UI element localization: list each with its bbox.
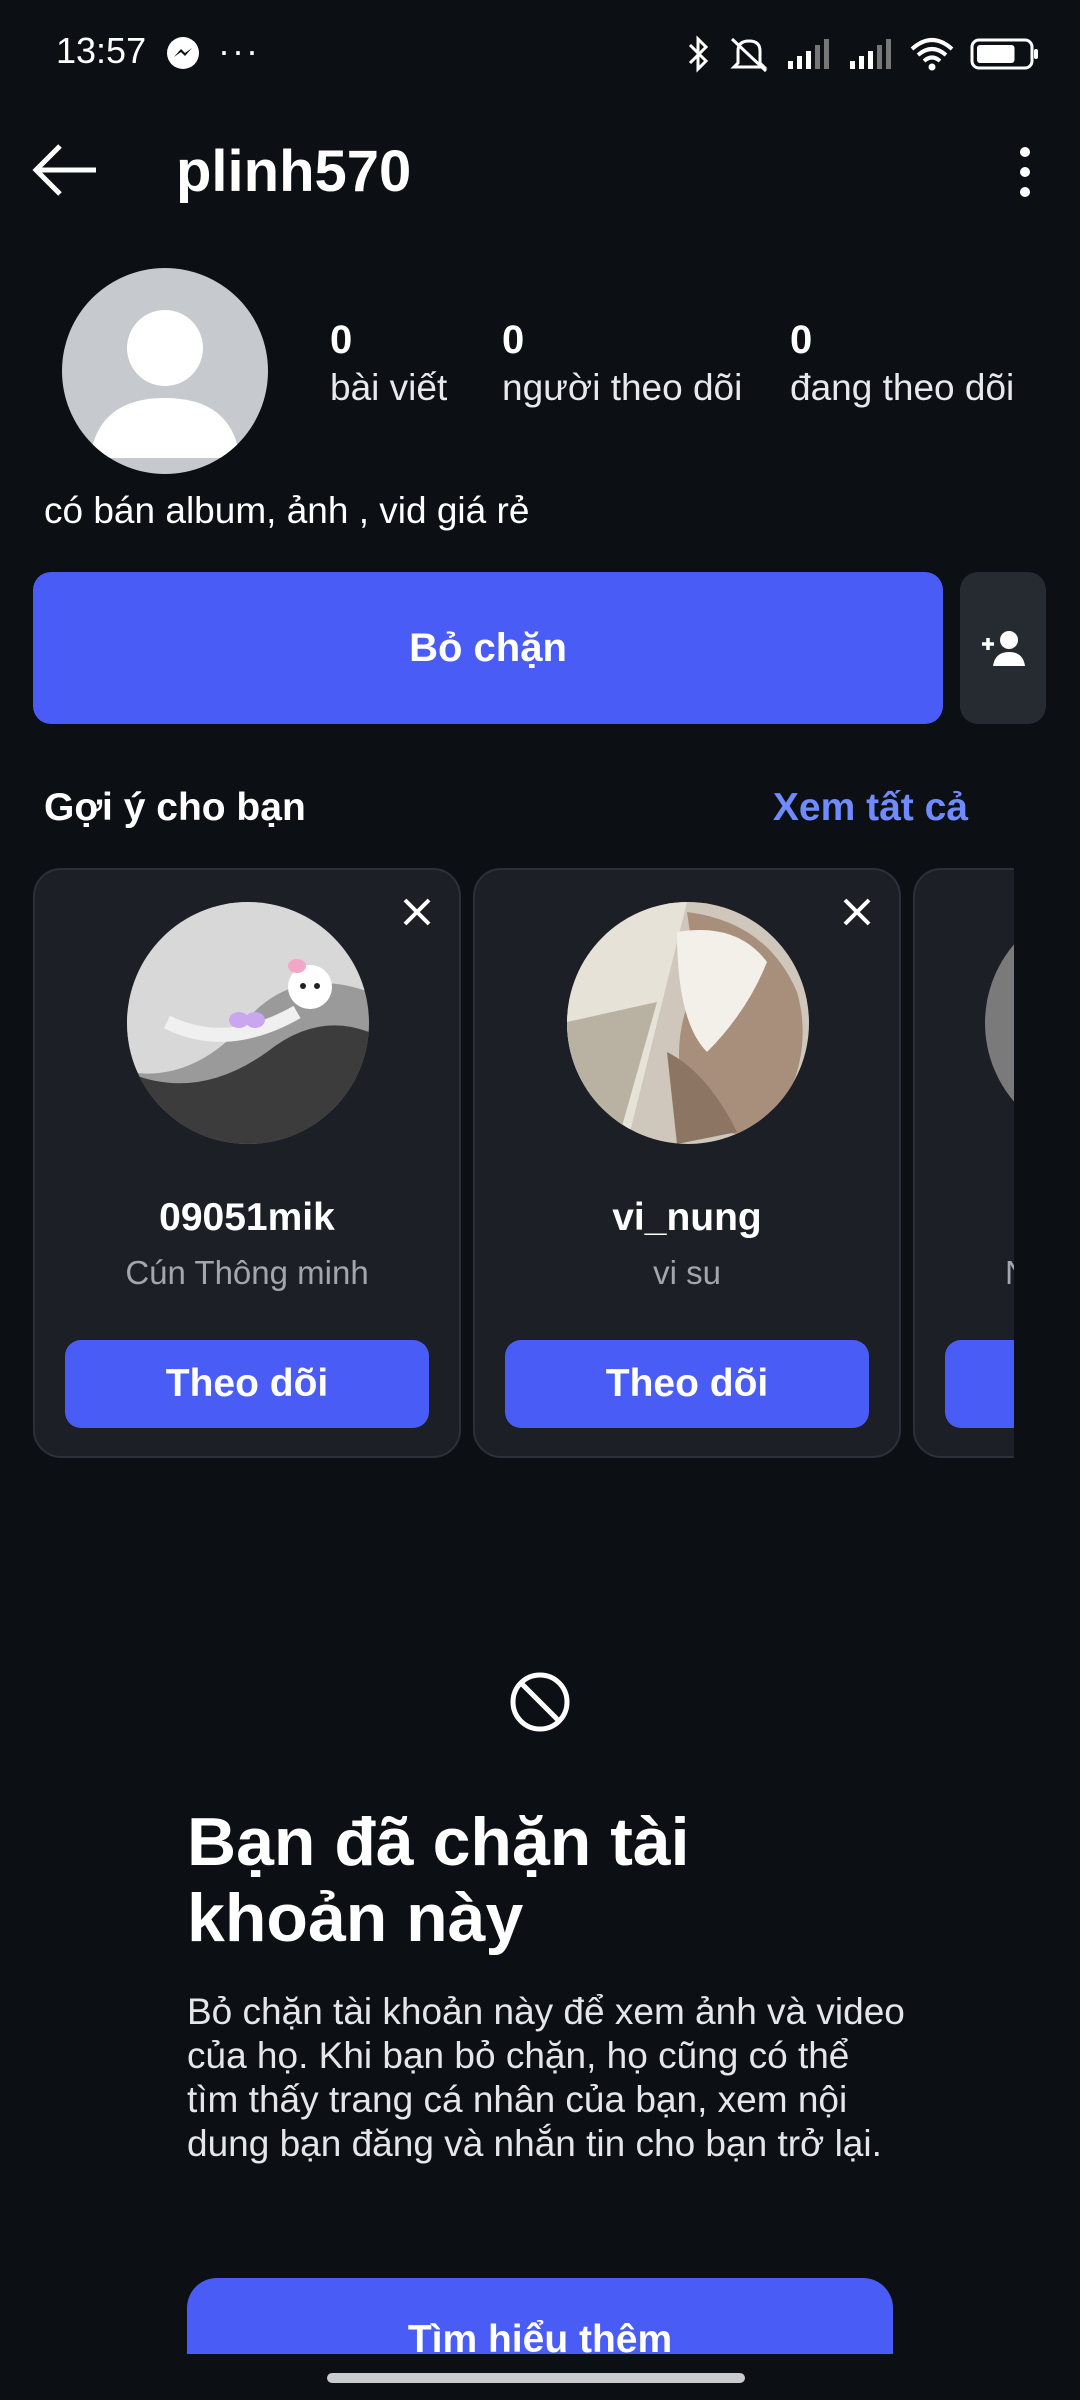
stat-count: 0 xyxy=(502,318,525,362)
blocked-description: Bỏ chặn tài khoản này để xem ảnh và vide… xyxy=(187,1991,905,2164)
add-person-icon xyxy=(982,631,1025,666)
avatar-photo xyxy=(127,902,369,1144)
stat-label: đang theo dõi xyxy=(790,367,1015,408)
more-dots-icon: ··· xyxy=(218,30,260,71)
suggestion-avatar[interactable] xyxy=(567,902,809,1144)
suggestion-card[interactable]: vi_nung vi su Theo dõi xyxy=(473,868,901,1458)
more-options-icon[interactable] xyxy=(1010,142,1040,202)
profile-bio: có bán album, ảnh , vid giá rẻ xyxy=(44,490,530,531)
profile-header: plinh570 xyxy=(0,120,1080,220)
stat-posts[interactable]: 0 bài viết xyxy=(330,318,447,409)
stat-label: người theo dõi xyxy=(502,367,743,408)
close-icon[interactable] xyxy=(837,892,877,932)
suggestion-subtitle: N xyxy=(1005,1254,1014,1292)
unblock-button[interactable]: Bỏ chặn xyxy=(33,572,943,724)
signal-icon xyxy=(788,39,829,69)
stat-following[interactable]: 0 đang theo dõi xyxy=(790,318,1014,409)
suggestion-subtitle: vi su xyxy=(653,1254,721,1291)
suggestion-subtitle: Cún Thông minh xyxy=(125,1254,369,1291)
see-all-link[interactable]: Xem tất cả xyxy=(773,786,968,830)
home-indicator[interactable] xyxy=(327,2373,745,2383)
suggestion-username: vi_nung xyxy=(612,1196,762,1239)
mute-icon xyxy=(730,37,768,73)
status-bar: 13:57 ··· xyxy=(0,0,1080,110)
back-button[interactable] xyxy=(30,138,102,202)
follow-button[interactable]: Theo dõi xyxy=(65,1340,429,1428)
page-title: plinh570 xyxy=(176,139,412,204)
stat-count: 0 xyxy=(330,318,353,362)
suggestion-avatar[interactable] xyxy=(985,902,1014,1144)
close-icon[interactable] xyxy=(397,892,437,932)
status-icons xyxy=(686,30,1040,78)
suggestions-title: Gợi ý cho bạn xyxy=(44,786,306,829)
suggestion-username: 09051mik xyxy=(159,1196,335,1239)
follow-button[interactable] xyxy=(945,1340,1014,1428)
messenger-icon xyxy=(167,37,199,69)
default-avatar-icon xyxy=(90,310,240,458)
avatar[interactable] xyxy=(62,268,268,474)
avatar-photo xyxy=(985,902,1014,1144)
suggestion-card[interactable]: 09051mik Cún Thông minh Theo dõi xyxy=(33,868,461,1458)
suggest-people-button[interactable] xyxy=(960,572,1046,724)
wifi-icon xyxy=(910,38,954,71)
stat-followers[interactable]: 0 người theo dõi xyxy=(502,318,742,409)
suggestion-card[interactable]: N xyxy=(913,868,1014,1458)
battery-icon xyxy=(970,38,1038,70)
blocked-title: Bạn đã chặn tài khoản này xyxy=(187,1804,690,1956)
follow-button[interactable]: Theo dõi xyxy=(505,1340,869,1428)
suggestions-carousel[interactable]: 09051mik Cún Thông minh Theo dõi vi_nung… xyxy=(33,868,1014,1460)
bluetooth-icon xyxy=(688,35,709,73)
status-time: 13:57 xyxy=(56,30,147,71)
stat-count: 0 xyxy=(790,318,813,362)
avatar-photo xyxy=(567,902,809,1144)
stat-label: bài viết xyxy=(330,367,448,408)
suggestion-avatar[interactable] xyxy=(127,902,369,1144)
blocked-icon xyxy=(510,1672,570,1732)
signal-icon xyxy=(850,39,891,69)
